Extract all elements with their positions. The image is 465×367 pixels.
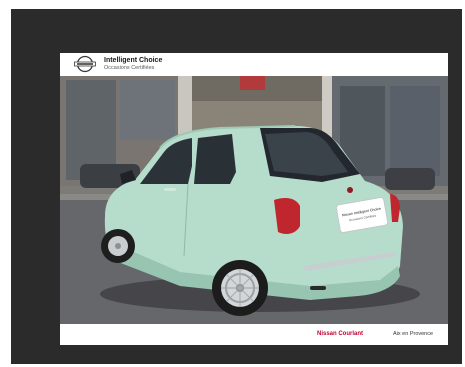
car-photo: Nissan Intelligent Choice Occasions Cert… — [60, 76, 448, 324]
nissan-logo-icon — [74, 55, 96, 73]
brand-subtitle: Occasions Certifiées — [104, 65, 155, 71]
card-header: Intelligent Choice Occasions Certifiées — [60, 53, 448, 76]
brand-title: Intelligent Choice — [104, 57, 163, 64]
dealer-name: Nissan Courlant — [317, 331, 364, 337]
photo-frame: Intelligent Choice Occasions Certifiées — [11, 9, 462, 364]
listing-card: Intelligent Choice Occasions Certifiées — [60, 53, 448, 345]
card-footer: Nissan Courlant Aix en Provence — [60, 324, 448, 345]
dealer-city: Aix en Provence — [393, 331, 434, 337]
